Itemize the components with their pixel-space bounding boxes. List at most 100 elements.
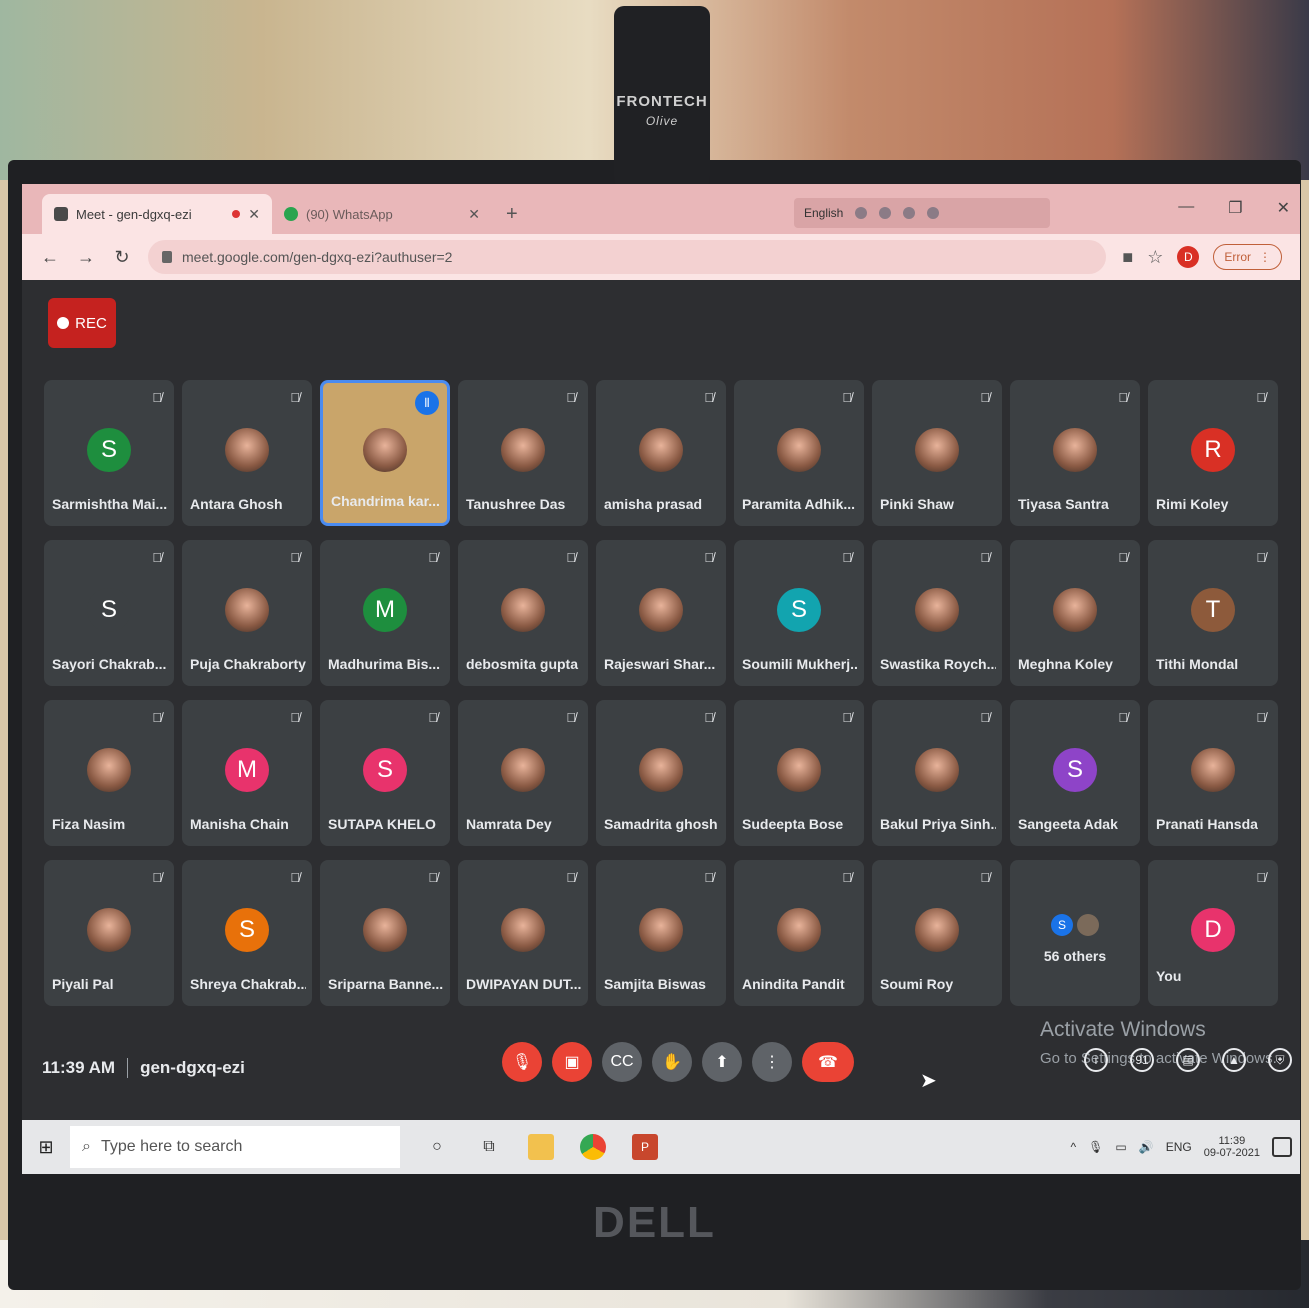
participant-tile[interactable]: 🎙̸ Samjita Biswas xyxy=(596,860,726,1006)
tab-meet[interactable]: Meet - gen-dgxq-ezi ✕ xyxy=(42,194,272,234)
forward-icon[interactable]: → xyxy=(76,247,96,268)
taskbar-search[interactable]: ⌕ Type here to search xyxy=(70,1126,400,1168)
participant-photo xyxy=(915,588,959,632)
participant-name: Shreya Chakrab... xyxy=(190,976,306,992)
participant-tile[interactable]: 🎙̸ Puja Chakraborty xyxy=(182,540,312,686)
participant-tile[interactable]: 🎙̸ M Madhurima Bis... xyxy=(320,540,450,686)
participant-tile[interactable]: 🎙̸ Soumi Roy xyxy=(872,860,1002,1006)
participant-tile[interactable]: 🎙̸ Bakul Priya Sinh... xyxy=(872,700,1002,846)
meeting-info-icon[interactable]: i xyxy=(1084,1048,1108,1072)
participant-name: Meghna Koley xyxy=(1018,656,1113,672)
participant-tile[interactable]: 🎙̸ Pinki Shaw xyxy=(872,380,1002,526)
participant-tile[interactable]: 🎙̸ S Sarmishtha Mai... xyxy=(44,380,174,526)
notification-center-icon[interactable] xyxy=(1272,1137,1292,1157)
volume-icon[interactable]: 🔊 xyxy=(1139,1140,1154,1154)
clock-time: 11:39 xyxy=(1218,1135,1246,1147)
close-window-icon[interactable]: ✕ xyxy=(1277,198,1290,218)
participant-tile[interactable]: 🎙̸ Namrata Dey xyxy=(458,700,588,846)
muted-mic-icon: 🎙̸ xyxy=(152,710,162,725)
participant-photo xyxy=(639,908,683,952)
activities-icon[interactable]: ▲ xyxy=(1222,1048,1246,1072)
muted-mic-icon: 🎙̸ xyxy=(1118,710,1128,725)
participant-tile[interactable]: 🎙̸ DWIPAYAN DUT... xyxy=(458,860,588,1006)
chrome-icon[interactable] xyxy=(580,1134,606,1160)
close-tab-icon[interactable]: ✕ xyxy=(468,206,480,223)
participant-tile[interactable]: 🎙̸ T Tithi Mondal xyxy=(1148,540,1278,686)
participant-tile[interactable]: 🎙̸ S Sangeeta Adak xyxy=(1010,700,1140,846)
windows-start-icon[interactable]: ⊞ xyxy=(22,1137,70,1158)
task-view-icon[interactable]: ⧉ xyxy=(476,1134,502,1160)
participant-tile[interactable]: 🎙̸ Sriparna Banne... xyxy=(320,860,450,1006)
language-bar[interactable]: English xyxy=(794,198,1050,228)
help-icon[interactable] xyxy=(903,207,916,219)
host-controls-icon[interactable]: ⛨ xyxy=(1268,1048,1292,1072)
file-explorer-icon[interactable] xyxy=(528,1134,554,1160)
taskbar-clock[interactable]: 11:39 09-07-2021 xyxy=(1204,1135,1260,1159)
leave-call-button[interactable]: ☎ xyxy=(802,1042,854,1082)
participant-name: Fiza Nasim xyxy=(52,816,126,832)
microphone-icon[interactable]: 🎙 xyxy=(1088,1140,1103,1154)
participant-tile[interactable]: 🎙̸ Sudeepta Bose xyxy=(734,700,864,846)
participant-tile[interactable]: 🎙̸ Swastika Roych... xyxy=(872,540,1002,686)
browser-toolbar: ← → ↻ meet.google.com/gen-dgxq-ezi?authu… xyxy=(22,234,1300,280)
participant-tile[interactable]: 🎙̸ S SUTAPA KHELO xyxy=(320,700,450,846)
raise-hand-icon[interactable]: ✋ xyxy=(652,1042,692,1082)
ime-icon[interactable] xyxy=(855,207,868,219)
participant-tile[interactable]: 🎙̸ Rajeswari Shar... xyxy=(596,540,726,686)
participant-tile[interactable]: 🎙̸ Antara Ghosh xyxy=(182,380,312,526)
meeting-details[interactable]: 11:39 AM gen-dgxq-ezi xyxy=(42,1058,245,1078)
new-tab-button[interactable]: + xyxy=(492,203,532,234)
participant-tile[interactable]: 🎙̸ Tanushree Das xyxy=(458,380,588,526)
present-screen-icon[interactable]: ⬆ xyxy=(702,1042,742,1082)
participant-name: Pinki Shaw xyxy=(880,496,954,512)
participant-tile[interactable]: 🎙̸ Meghna Koley xyxy=(1010,540,1140,686)
participant-name: amisha prasad xyxy=(604,496,703,512)
participant-tile[interactable]: 🎙̸ Tiyasa Santra xyxy=(1010,380,1140,526)
participant-tile[interactable]: 🎙̸ S Shreya Chakrab... xyxy=(182,860,312,1006)
chat-icon[interactable]: ▤ xyxy=(1176,1048,1200,1072)
settings-icon[interactable] xyxy=(879,207,892,219)
participant-tile[interactable]: 🎙̸ debosmita gupta xyxy=(458,540,588,686)
address-bar[interactable]: meet.google.com/gen-dgxq-ezi?authuser=2 xyxy=(148,240,1107,274)
others-tile[interactable]: S 56 others xyxy=(1010,860,1140,1006)
camera-permission-icon[interactable]: ■ xyxy=(1122,247,1133,268)
participant-tile[interactable]: 🎙̸ Paramita Adhik... xyxy=(734,380,864,526)
captions-icon[interactable]: CC xyxy=(602,1042,642,1082)
participant-tile[interactable]: 🎙̸ S Sayori Chakrab... xyxy=(44,540,174,686)
participant-tile[interactable]: 🎙̸ Anindita Pandit xyxy=(734,860,864,1006)
input-language[interactable]: ENG xyxy=(1166,1140,1192,1154)
minimize-icon[interactable]: — xyxy=(1178,198,1194,218)
error-button[interactable]: Error ⋮ xyxy=(1213,244,1282,270)
more-options-icon[interactable]: ⋮ xyxy=(752,1042,792,1082)
back-icon[interactable]: ← xyxy=(40,247,60,268)
close-tab-icon[interactable]: ✕ xyxy=(248,206,260,223)
profile-avatar[interactable]: D xyxy=(1177,246,1200,268)
muted-mic-icon: 🎙̸ xyxy=(1256,710,1266,725)
camera-off-icon[interactable]: ▣ xyxy=(552,1042,592,1082)
cortana-icon[interactable]: ○ xyxy=(424,1134,450,1160)
microphone-off-icon[interactable]: 🎙 xyxy=(502,1042,542,1082)
participant-tile[interactable]: 🎙̸ Samadrita ghosh xyxy=(596,700,726,846)
powerpoint-icon[interactable]: P xyxy=(632,1134,658,1160)
participant-tile[interactable]: 🎙̸ M Manisha Chain xyxy=(182,700,312,846)
network-icon[interactable]: ▭ xyxy=(1115,1140,1126,1154)
participant-tile[interactable]: 🎙̸ Pranati Hansda xyxy=(1148,700,1278,846)
tab-title: (90) WhatsApp xyxy=(306,206,393,222)
maximize-icon[interactable]: ❐ xyxy=(1228,198,1242,218)
participant-tile[interactable]: 🎙̸ Piyali Pal xyxy=(44,860,174,1006)
tab-whatsapp[interactable]: (90) WhatsApp ✕ xyxy=(272,194,492,234)
people-icon[interactable]: 91 xyxy=(1130,1048,1154,1072)
participant-tile[interactable]: 🎙̸ amisha prasad xyxy=(596,380,726,526)
participant-photo xyxy=(639,748,683,792)
reload-icon[interactable]: ↻ xyxy=(112,247,132,268)
bookmark-star-icon[interactable]: ☆ xyxy=(1147,247,1163,268)
self-tile[interactable]: 🎙̸ D You xyxy=(1148,860,1278,1006)
muted-mic-icon: 🎙̸ xyxy=(566,710,576,725)
participant-tile[interactable]: 🎙̸ Fiza Nasim xyxy=(44,700,174,846)
info-icon[interactable] xyxy=(927,207,940,219)
show-hidden-icons-icon[interactable]: ^ xyxy=(1071,1140,1077,1154)
whatsapp-favicon-icon xyxy=(284,207,298,221)
participant-tile[interactable]: ⦀ Chandrima kar... xyxy=(320,380,450,526)
participant-tile[interactable]: 🎙̸ R Rimi Koley xyxy=(1148,380,1278,526)
participant-tile[interactable]: 🎙̸ S Soumili Mukherj... xyxy=(734,540,864,686)
